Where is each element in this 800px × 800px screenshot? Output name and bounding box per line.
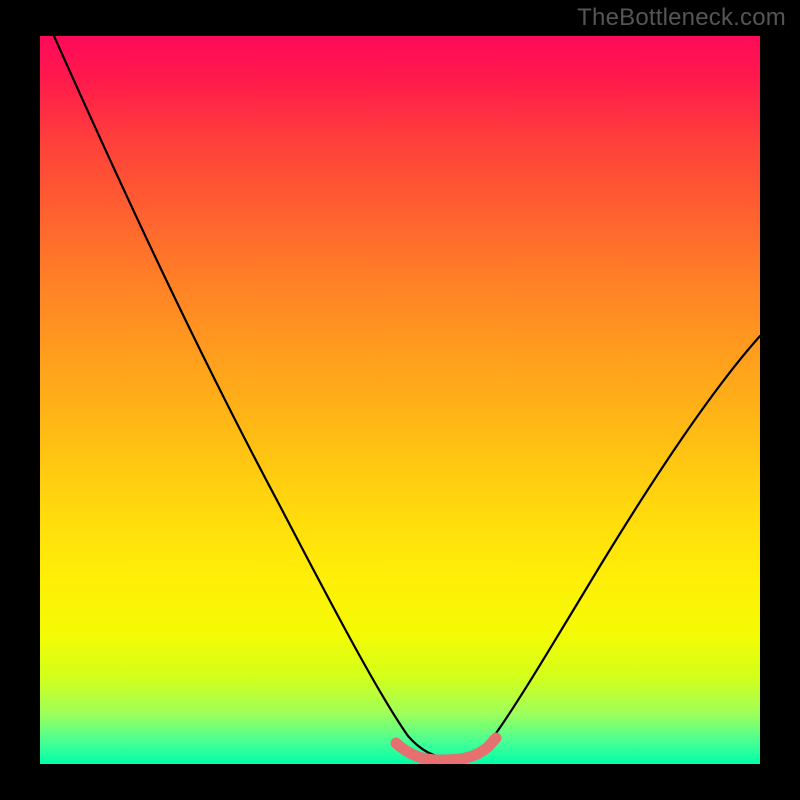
curve-layer xyxy=(40,36,760,764)
highlight-band xyxy=(396,738,496,760)
watermark-text: TheBottleneck.com xyxy=(577,4,786,32)
plot-area xyxy=(40,36,760,764)
bottleneck-curve xyxy=(54,36,760,758)
chart-container: TheBottleneck.com xyxy=(0,0,800,800)
